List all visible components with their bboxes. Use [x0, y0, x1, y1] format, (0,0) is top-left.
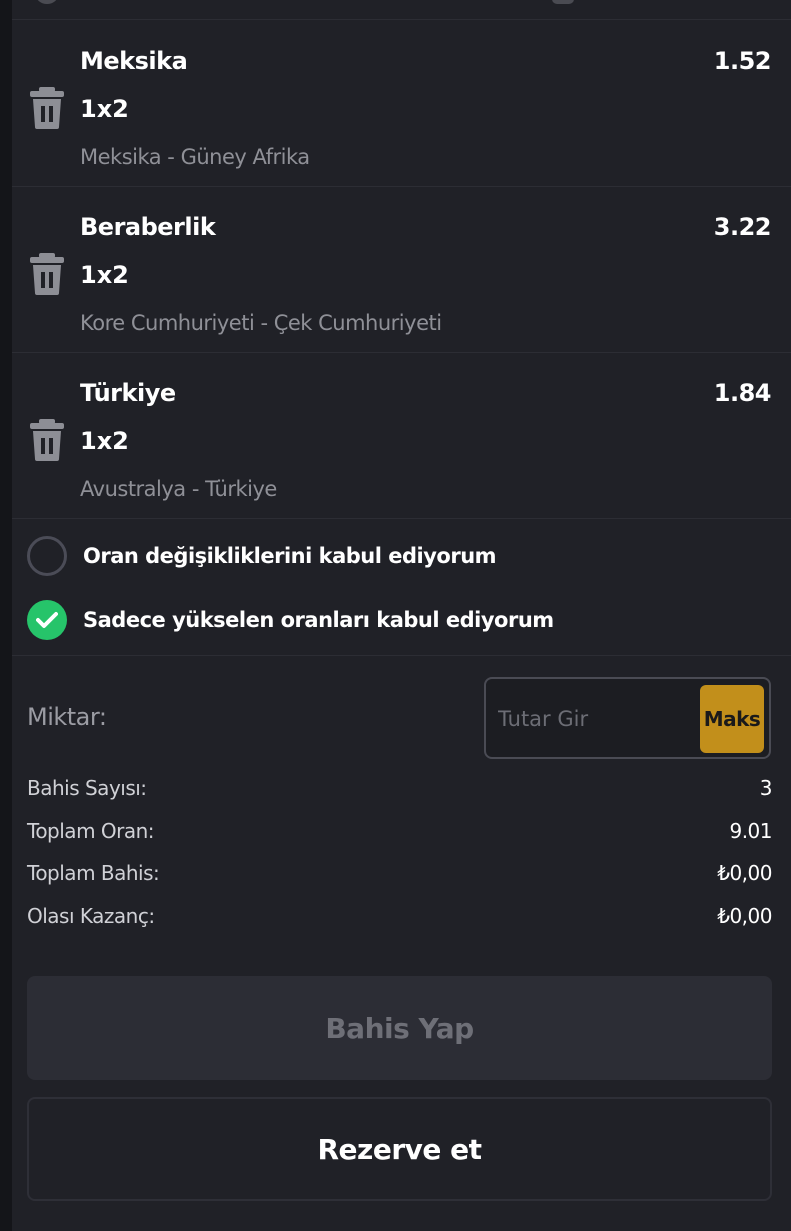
bet-item: Meksika 1.52 1x2 Meksika - Güney Afrika	[12, 21, 791, 187]
stake-label: Miktar:	[27, 703, 107, 731]
bet-selection: Meksika	[80, 47, 188, 75]
accept-higher-odds-option[interactable]: Sadece yükselen oranları kabul ediyorum	[27, 599, 767, 641]
place-bet-button[interactable]: Bahis Yap	[27, 976, 772, 1080]
radio-unchecked-icon[interactable]	[27, 536, 67, 576]
trash-icon[interactable]	[30, 87, 64, 129]
summary-value: 3	[759, 776, 773, 800]
stake-field: Maks	[484, 677, 771, 759]
bet-market: 1x2	[80, 95, 129, 123]
partial-icon	[552, 0, 574, 4]
summary-label: Bahis Sayısı:	[27, 776, 147, 800]
bet-item: Türkiye 1.84 1x2 Avustralya - Türkiye	[12, 353, 791, 519]
summary-label: Toplam Oran:	[27, 819, 155, 843]
partial-icon	[36, 0, 58, 4]
reserve-button[interactable]: Rezerve et	[27, 1097, 772, 1201]
bet-selection: Beraberlik	[80, 213, 216, 241]
divider	[12, 655, 791, 656]
option-label: Oran değişikliklerini kabul ediyorum	[83, 544, 497, 568]
bet-market: 1x2	[80, 261, 129, 289]
summary-label: Toplam Bahis:	[27, 861, 160, 885]
bet-selection: Türkiye	[80, 379, 176, 407]
betslip-panel: Meksika 1.52 1x2 Meksika - Güney Afrika …	[12, 0, 791, 1231]
summary-potential-win: Olası Kazanç: ₺0,00	[27, 902, 772, 930]
trash-icon[interactable]	[30, 419, 64, 461]
summary-label: Olası Kazanç:	[27, 904, 155, 928]
max-button[interactable]: Maks	[700, 685, 764, 753]
summary-bet-count: Bahis Sayısı: 3	[27, 774, 773, 802]
option-label: Sadece yükselen oranları kabul ediyorum	[83, 608, 554, 632]
accept-odds-changes-option[interactable]: Oran değişikliklerini kabul ediyorum	[27, 535, 767, 577]
checkmark-icon[interactable]	[27, 600, 67, 640]
bet-odd: 1.84	[713, 379, 772, 407]
summary-total-stake: Toplam Bahis: ₺0,00	[27, 859, 772, 887]
summary-total-odds: Toplam Oran: 9.01	[27, 817, 772, 845]
bet-match: Avustralya - Türkiye	[80, 477, 277, 501]
bet-match: Meksika - Güney Afrika	[80, 145, 310, 169]
bet-market: 1x2	[80, 427, 129, 455]
summary-value: 9.01	[729, 819, 772, 843]
bet-item: Beraberlik 3.22 1x2 Kore Cumhuriyeti - Ç…	[12, 187, 791, 353]
bet-odd: 1.52	[713, 47, 772, 75]
bet-match: Kore Cumhuriyeti - Çek Cumhuriyeti	[80, 311, 442, 335]
bet-odd: 3.22	[713, 213, 772, 241]
summary-value: ₺0,00	[717, 861, 772, 885]
stake-input[interactable]	[498, 701, 688, 737]
previous-item-edge	[12, 0, 791, 20]
trash-icon[interactable]	[30, 253, 64, 295]
summary-value: ₺0,00	[717, 904, 772, 928]
